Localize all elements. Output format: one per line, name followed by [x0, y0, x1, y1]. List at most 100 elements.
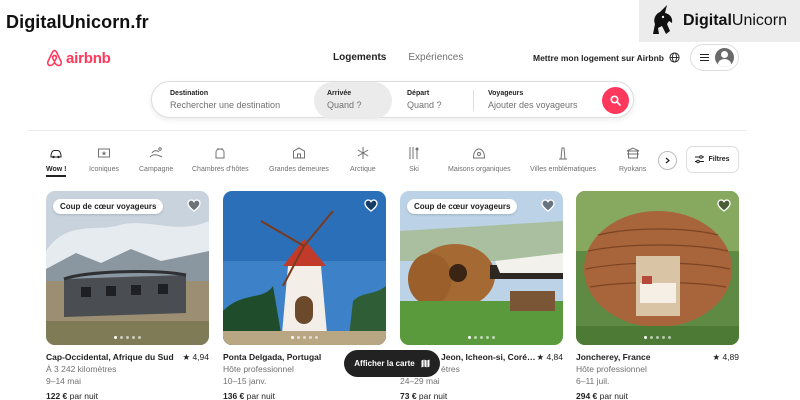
listing-price: 294 € par nuit	[576, 391, 629, 400]
category-arctique[interactable]: Arctique	[350, 146, 376, 173]
sliders-icon	[695, 155, 705, 164]
departure-label: Départ	[407, 90, 430, 97]
listing-price: 73 € par nuit	[400, 391, 448, 400]
listing-image	[223, 191, 386, 345]
airbnb-logo[interactable]: airbnb	[46, 49, 111, 67]
listing-photo[interactable]	[576, 191, 739, 345]
arrival-field[interactable]: Arrivée Quand ?	[314, 82, 392, 119]
search-bar: Destination Rechercher une destination A…	[151, 81, 634, 119]
listing-price: 122 € par nuit	[46, 391, 99, 400]
search-icon	[610, 95, 621, 106]
bed-breakfast-icon	[215, 148, 225, 159]
digitalunicorn-watermark: DigitalUnicorn.fr	[6, 12, 149, 32]
category-label: Chambres d'hôtes	[192, 166, 249, 173]
avatar-icon	[715, 48, 734, 67]
category-label: Ryokans	[619, 166, 647, 173]
listing-rating: ★ 4,89	[712, 352, 739, 362]
listing-dates: 10–15 janv.	[223, 376, 267, 386]
unicorn-icon	[653, 5, 673, 34]
brand-name: DigitalUnicorn	[683, 12, 788, 29]
snowflake-icon	[357, 147, 369, 159]
filters-label: Filtres	[708, 156, 730, 163]
listing-card[interactable]: Joncherey, France ★ 4,89 Hôte profession…	[576, 191, 739, 400]
listing-dates: 24–29 mai	[400, 376, 440, 386]
arrival-label: Arrivée	[327, 90, 352, 97]
listing-photo[interactable]	[223, 191, 386, 345]
travelers-field[interactable]: Voyageurs Ajouter des voyageurs	[473, 90, 593, 111]
top-nav: Logements Expériences	[333, 52, 463, 63]
category-wow[interactable]: Wow !	[46, 146, 67, 177]
listing-image	[46, 191, 209, 345]
carousel-dots	[223, 336, 386, 339]
category-label: Grandes demeures	[269, 166, 329, 173]
landmark-icon	[559, 147, 567, 160]
show-map-button[interactable]: Afficher la carte	[344, 350, 440, 377]
listing-rating: ★ 4,94	[182, 352, 209, 362]
category-chambres-dhotes[interactable]: Chambres d'hôtes	[192, 146, 249, 173]
listing-dates: 9–14 mai	[46, 376, 81, 386]
heart-icon[interactable]	[541, 199, 555, 212]
travelers-label: Voyageurs	[488, 90, 524, 97]
wow-icon	[50, 150, 62, 159]
guest-favorite-badge: Coup de cœur voyageurs	[53, 199, 164, 214]
category-iconiques[interactable]: Iconiques	[89, 146, 119, 173]
category-label: Arctique	[350, 166, 376, 173]
listing-image	[400, 191, 563, 345]
carousel-dots	[400, 336, 563, 339]
category-label: Ski	[409, 166, 419, 173]
guest-favorite-badge: Coup de cœur voyageurs	[407, 199, 518, 214]
iconic-icon	[97, 148, 110, 158]
listing-rating: ★ 4,84	[536, 352, 563, 362]
listing-photo[interactable]: Coup de cœur voyageurs	[400, 191, 563, 345]
show-map-label: Afficher la carte	[354, 359, 415, 368]
destination-field[interactable]: Destination Rechercher une destination	[152, 82, 317, 119]
digitalunicorn-logo: DigitalUnicorn	[639, 0, 800, 42]
category-label: Maisons organiques	[448, 166, 511, 173]
logo-text: airbnb	[66, 49, 111, 67]
category-villes-emblematiques[interactable]: Villes emblématiques	[530, 146, 596, 173]
category-grandes-demeures[interactable]: Grandes demeures	[269, 146, 329, 173]
ski-icon	[409, 147, 419, 159]
category-ryokans[interactable]: Ryokans	[619, 146, 646, 173]
category-campagne[interactable]: Campagne	[139, 146, 173, 173]
map-icon	[421, 359, 430, 368]
menu-icon	[700, 54, 709, 61]
search-button[interactable]	[602, 87, 629, 114]
arrival-placeholder: Quand ?	[327, 100, 362, 110]
listing-price: 136 € par nuit	[223, 391, 276, 400]
departure-placeholder: Quand ?	[407, 100, 442, 110]
category-ski[interactable]: Ski	[407, 146, 421, 173]
category-label: Iconiques	[89, 166, 119, 173]
countryside-icon	[149, 147, 163, 158]
carousel-dots	[46, 336, 209, 339]
category-label: Villes emblématiques	[530, 166, 597, 173]
listing-image	[576, 191, 739, 345]
travelers-placeholder: Ajouter des voyageurs	[488, 100, 578, 110]
listing-card[interactable]: Coup de cœur voyageurs Cap-Occidental, A…	[46, 191, 209, 400]
destination-placeholder: Rechercher une destination	[170, 100, 281, 110]
mansion-icon	[292, 147, 305, 159]
organic-house-icon	[473, 148, 486, 159]
categories-next-button[interactable]	[658, 151, 677, 170]
header-divider	[28, 130, 747, 131]
nav-logements[interactable]: Logements	[333, 52, 386, 63]
nav-experiences[interactable]: Expériences	[408, 52, 463, 63]
departure-field[interactable]: Départ Quand ?	[392, 82, 472, 119]
profile-menu-button[interactable]	[690, 44, 739, 71]
carousel-dots	[576, 336, 739, 339]
ryokan-icon	[626, 147, 639, 159]
category-label: Campagne	[139, 166, 174, 173]
globe-icon[interactable]	[669, 52, 680, 63]
listing-photo[interactable]: Coup de cœur voyageurs	[46, 191, 209, 345]
chevron-right-icon	[665, 157, 670, 164]
listing-dates: 6–11 juil.	[576, 376, 610, 386]
heart-icon[interactable]	[187, 199, 201, 212]
category-maisons-organiques[interactable]: Maisons organiques	[448, 146, 511, 173]
airbnb-belo-icon	[46, 49, 63, 67]
heart-icon[interactable]	[717, 199, 731, 212]
destination-label: Destination	[170, 90, 209, 97]
host-link[interactable]: Mettre mon logement sur Airbnb	[533, 53, 664, 63]
filters-button[interactable]: Filtres	[686, 146, 739, 173]
listing-host: Hôte professionnel	[576, 364, 647, 374]
heart-icon[interactable]	[364, 199, 378, 212]
